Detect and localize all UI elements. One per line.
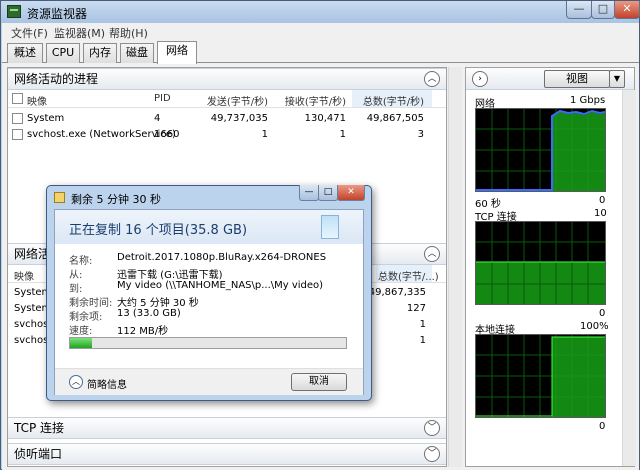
table-row[interactable]: System 4 49,737,035 130,471 49,867,505 [8, 110, 428, 126]
menu-monitor[interactable]: 监视器(M) [54, 25, 105, 41]
dialog-title[interactable]: 剩余 5 分钟 30 秒 [71, 191, 161, 207]
col-send[interactable]: 发送(字节/秒) [204, 93, 268, 108]
copy-progress-bar [69, 337, 347, 349]
vertical-scrollbar[interactable] [448, 67, 462, 467]
graph-min: 0 [599, 308, 606, 319]
collapse-icon[interactable]: ︿ [424, 71, 440, 87]
graph-max: 100% [580, 321, 609, 332]
view-button[interactable]: 视图 [544, 70, 610, 88]
menu-help[interactable]: 帮助(H) [109, 25, 148, 41]
field-speed-value: 112 MB/秒 [117, 326, 169, 337]
copy-dialog: 剩余 5 分钟 30 秒 — □ ✕ 正在复制 16 个项目(35.8 GB) … [46, 185, 372, 401]
cell-send: 49,737,035 [210, 113, 268, 124]
tab-network[interactable]: 网络 [157, 41, 197, 64]
field-from-value[interactable]: 迅雷下载 (G:\迅雷下载) [117, 266, 222, 281]
expand-icon[interactable]: ﹀ [424, 420, 440, 436]
menu-bar: 文件(F) 监视器(M) 帮助(H) [2, 23, 639, 41]
dialog-footer: ︿ 简略信息 取消 [55, 368, 363, 395]
row-checkbox[interactable] [12, 129, 23, 140]
graph-max: 1 Gbps [570, 95, 606, 106]
title-bar[interactable]: 资源监视器 — □ ✕ [1, 1, 640, 23]
field-label: 速度: [69, 326, 93, 337]
section-title: 网络活动的进程 [14, 72, 99, 86]
dialog-close-button[interactable]: ✕ [337, 185, 365, 201]
dialog-maximize-button[interactable]: □ [318, 185, 338, 201]
document-icon [321, 215, 339, 239]
select-all-checkbox[interactable] [12, 93, 23, 104]
folder-icon [54, 192, 65, 203]
cell-image: System [27, 113, 65, 124]
section-title: TCP 连接 [14, 421, 65, 435]
tab-bar: 概述 CPU 内存 磁盘 网络 [2, 41, 639, 64]
dialog-minimize-button[interactable]: — [299, 185, 319, 201]
row-checkbox[interactable] [12, 113, 23, 124]
section-title: 侦听端口 [14, 447, 63, 461]
col-pid[interactable]: PID [154, 93, 171, 104]
field-label: 到: [69, 284, 83, 295]
section-title: 网络活 [14, 247, 51, 261]
tab-disk[interactable]: 磁盘 [120, 43, 154, 63]
window-title: 资源监视器 [27, 7, 88, 21]
field-label: 剩余项: [69, 312, 103, 323]
graph-min: 0 [599, 421, 606, 432]
field-to-value[interactable]: My video (\\TANHOME_NAS\p...\My video) [117, 280, 323, 291]
cell-total: 49,867,505 [366, 113, 424, 124]
graph-max: 10 [594, 208, 607, 219]
field-label: 从: [69, 270, 83, 281]
col-receive[interactable]: 接收(字节/秒) [280, 93, 346, 108]
tab-cpu[interactable]: CPU [46, 43, 80, 63]
maximize-button[interactable]: □ [591, 1, 615, 19]
field-items-value: 13 (33.0 GB) [117, 308, 181, 319]
cell-pid: 1660 [154, 129, 180, 140]
col-image[interactable]: 映像 [14, 268, 34, 283]
network-graph [475, 108, 606, 192]
right-panel: › 视图 ▼ 网络 1 Gbps 60 秒 0 TCP 连接 10 0 本地连接… [465, 67, 635, 467]
cell-receive: 130,471 [304, 113, 346, 124]
cell-receive: 1 [339, 129, 346, 140]
dialog-body: 正在复制 16 个项目(35.8 GB) 名称: Detroit.2017.10… [54, 209, 364, 395]
field-time-value: 大约 5 分钟 30 秒 [117, 298, 199, 309]
field-name-value: Detroit.2017.1080p.BluRay.x264-DRONES [117, 252, 327, 263]
progress-fill [70, 338, 93, 348]
cancel-button[interactable]: 取消 [291, 373, 347, 391]
expand-right-icon[interactable]: › [472, 71, 488, 87]
less-info-link[interactable]: 简略信息 [87, 376, 127, 391]
chevron-up-icon[interactable]: ︿ [69, 375, 83, 389]
cell-send: 1 [261, 129, 268, 140]
minimize-button[interactable]: — [566, 1, 592, 19]
collapse-icon[interactable]: ︿ [424, 246, 440, 262]
section-tcp[interactable]: TCP 连接 ﹀ [8, 417, 446, 439]
table-row[interactable]: svchost.exe (NetworkService) 1660 1 1 3 [8, 126, 428, 142]
section-ports[interactable]: 侦听端口 ﹀ [8, 443, 446, 465]
chevron-down-icon[interactable]: ▼ [609, 70, 625, 88]
menu-file[interactable]: 文件(F) [11, 25, 48, 41]
resource-monitor-icon [7, 5, 21, 18]
col-total[interactable]: 总数(字节/...) [378, 268, 439, 283]
cell-total: 3 [417, 129, 424, 140]
right-panel-header: › 视图 ▼ [466, 68, 634, 90]
field-label: 剩余时间: [69, 298, 113, 309]
net-processes-header: 映像 PID 发送(字节/秒) 接收(字节/秒) 总数(字节/秒) [8, 90, 446, 108]
dialog-header: 正在复制 16 个项目(35.8 GB) [55, 210, 363, 244]
section-net-processes[interactable]: 网络活动的进程 ︿ [8, 68, 446, 90]
tab-memory[interactable]: 内存 [83, 43, 117, 63]
copy-heading: 正在复制 16 个项目(35.8 GB) [69, 223, 248, 238]
cell-pid: 4 [154, 113, 161, 124]
field-label: 名称: [69, 256, 93, 267]
graph-min: 0 [599, 195, 606, 206]
right-scrollbar[interactable] [622, 90, 636, 466]
col-total[interactable]: 总数(字节/秒) [358, 93, 424, 108]
close-button[interactable]: ✕ [614, 1, 640, 19]
col-image[interactable]: 映像 [27, 93, 47, 108]
local-connection-graph [475, 334, 606, 418]
tcp-graph [475, 221, 606, 305]
expand-icon[interactable]: ﹀ [424, 446, 440, 462]
tab-overview[interactable]: 概述 [7, 43, 43, 63]
